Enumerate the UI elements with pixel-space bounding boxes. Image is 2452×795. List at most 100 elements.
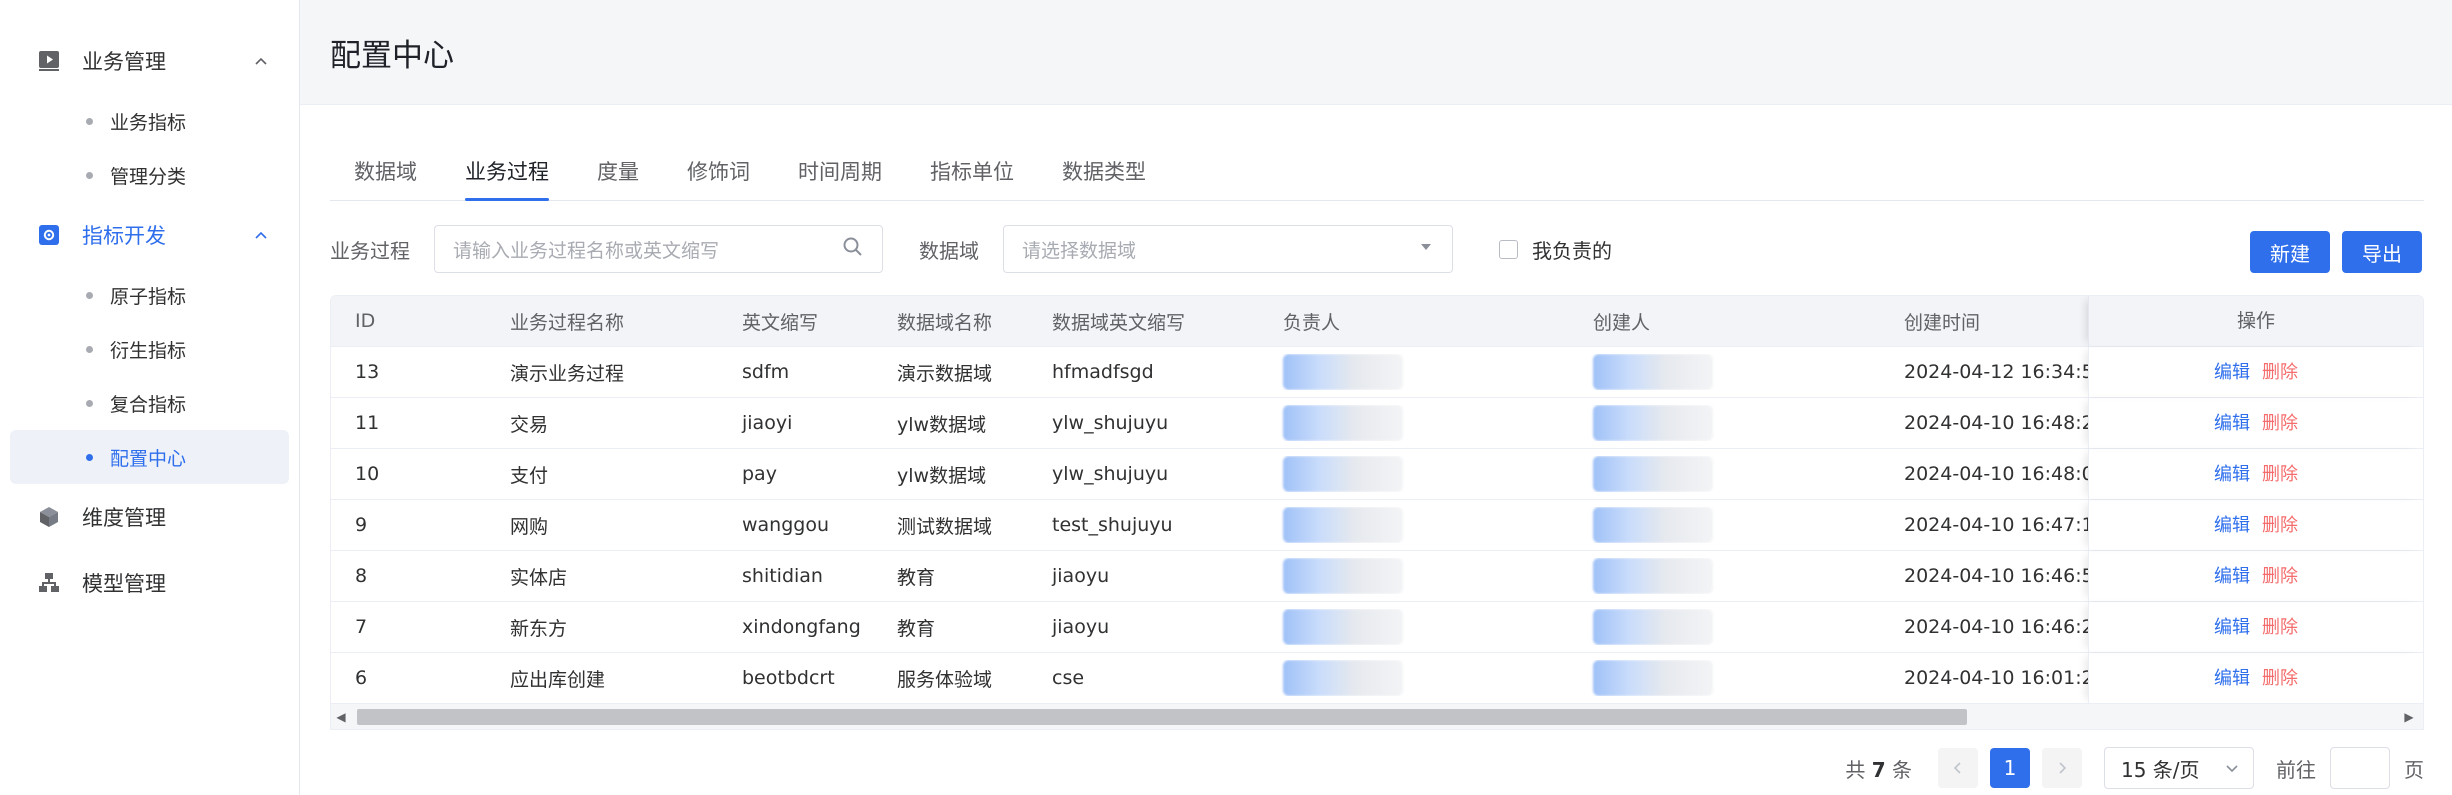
edit-link[interactable]: 编辑 (2214, 668, 2250, 689)
redacted-block (1593, 354, 1713, 390)
delete-link[interactable]: 删除 (2262, 464, 2298, 485)
table-row: 7 新东方 xindongfang 教育 jiaoyu 2024-04-10 16:46:… (331, 601, 2423, 652)
cell-process-name: 演示业务过程 (510, 362, 625, 385)
redacted-block (1283, 456, 1403, 492)
redacted-block (1593, 405, 1713, 441)
sidebar-item-derived[interactable]: 衍生指标 (10, 322, 289, 376)
sidebar-item-atomic[interactable]: 原子指标 (10, 268, 289, 322)
menu-group-metric-dev[interactable]: 指标开发 (0, 202, 299, 268)
cell-owner-redacted (1259, 405, 1569, 441)
cell-creator-redacted (1569, 609, 1880, 645)
column-header: 英文缩写 (742, 311, 819, 334)
next-page-button[interactable] (2042, 748, 2082, 788)
redacted-block (1283, 354, 1403, 390)
page-number-button[interactable]: 1 (1990, 748, 2030, 788)
cell-owner-redacted (1259, 660, 1569, 696)
table-row: 11 交易 jiaoyi ylw数据域 ylw_shujuyu 2024-04-10 16… (331, 397, 2423, 448)
domain-select[interactable]: 请选择数据域 (1003, 225, 1453, 273)
table-row: 13 演示业务过程 sdfm 演示数据域 hfmadfsgd 2024-04-12 16:… (331, 346, 2423, 397)
sidebar-item-business-metrics[interactable]: 业务指标 (10, 94, 289, 148)
cell-domain-name: 测试数据域 (897, 515, 993, 538)
prev-page-button[interactable] (1938, 748, 1978, 788)
tab-modifier[interactable]: 修饰词 (687, 156, 750, 200)
cell-owner-redacted (1259, 456, 1569, 492)
process-filter-label: 业务过程 (330, 238, 410, 263)
column-header: 数据域英文缩写 (1052, 311, 1186, 334)
cell-domain-name: 服务体验域 (897, 668, 993, 691)
tab-data-type[interactable]: 数据类型 (1062, 156, 1146, 200)
domain-filter-label: 数据域 (919, 238, 979, 263)
chevron-up-icon (251, 225, 271, 245)
cell-operations: 编辑 删除 (2088, 602, 2423, 652)
cell-id: 8 (355, 565, 368, 587)
tab-time-period[interactable]: 时间周期 (798, 156, 882, 200)
redacted-block (1593, 507, 1713, 543)
sidebar-item-config-center[interactable]: 配置中心 (10, 430, 289, 484)
sidebar: 业务管理 业务指标 管理分类 指标开发 原子指标 衍生指标 复合指标 配置中心 … (0, 0, 300, 795)
column-header: 操作 (2088, 296, 2423, 346)
cell-process-name: 支付 (510, 464, 549, 487)
table-row: 10 支付 pay ylw数据域 ylw_shujuyu 2024-04-10 16:48… (331, 448, 2423, 499)
menu-group-model[interactable]: 模型管理 (0, 550, 299, 616)
tab-business-process[interactable]: 业务过程 (465, 156, 549, 201)
mine-checkbox[interactable] (1499, 239, 1518, 259)
cell-operations: 编辑 删除 (2088, 653, 2423, 703)
page-header: 配置中心 (300, 0, 2452, 105)
cell-owner-redacted (1259, 354, 1569, 390)
redacted-block (1593, 456, 1713, 492)
scroll-left-icon[interactable]: ◀ (331, 710, 351, 724)
mine-filter[interactable]: 我负责的 (1499, 235, 1612, 264)
cell-abbr: beotbdcrt (742, 667, 835, 689)
cell-operations: 编辑 删除 (2088, 398, 2423, 448)
menu-group-business[interactable]: 业务管理 (0, 28, 299, 94)
delete-link[interactable]: 删除 (2262, 362, 2298, 383)
delete-link[interactable]: 删除 (2262, 515, 2298, 536)
page-size-select[interactable]: 15 条/页 (2104, 747, 2254, 789)
menu-group-dimension[interactable]: 维度管理 (0, 484, 299, 550)
pagination: 共 7 条 1 15 条/页 前往 页 (330, 746, 2424, 790)
cell-owner-redacted (1259, 558, 1569, 594)
export-button[interactable]: 导出 (2342, 231, 2422, 273)
cell-process-name: 应出库创建 (510, 668, 606, 691)
tab-data-domain[interactable]: 数据域 (354, 156, 417, 200)
cell-creator-redacted (1569, 354, 1880, 390)
scroll-right-icon[interactable]: ▶ (2399, 710, 2419, 724)
edit-link[interactable]: 编辑 (2214, 566, 2250, 587)
scrollbar-thumb[interactable] (357, 709, 1967, 725)
menu-group-label: 指标开发 (82, 224, 166, 248)
process-table: ID 业务过程名称 英文缩写 数据域名称 数据域英文缩写 负责人 创建人 创建时… (330, 295, 2424, 730)
cell-domain-abbr: jiaoyu (1052, 616, 1110, 638)
delete-link[interactable]: 删除 (2262, 668, 2298, 689)
cube-icon (36, 504, 62, 530)
delete-link[interactable]: 删除 (2262, 413, 2298, 434)
search-icon[interactable] (842, 236, 864, 263)
cell-creator-redacted (1569, 405, 1880, 441)
sidebar-item-label: 管理分类 (110, 165, 187, 188)
bullet-icon (86, 399, 93, 407)
hierarchy-icon (36, 570, 62, 596)
edit-link[interactable]: 编辑 (2214, 413, 2250, 434)
cell-id: 11 (355, 412, 380, 434)
edit-link[interactable]: 编辑 (2214, 362, 2250, 383)
edit-link[interactable]: 编辑 (2214, 515, 2250, 536)
cell-domain-name: 教育 (897, 566, 936, 589)
cell-process-name: 交易 (510, 413, 549, 436)
delete-link[interactable]: 删除 (2262, 617, 2298, 638)
delete-link[interactable]: 删除 (2262, 566, 2298, 587)
cell-id: 10 (355, 463, 380, 485)
process-search-input[interactable]: 请输入业务过程名称或英文缩写 (434, 225, 883, 273)
edit-link[interactable]: 编辑 (2214, 464, 2250, 485)
sidebar-item-composite[interactable]: 复合指标 (10, 376, 289, 430)
edit-link[interactable]: 编辑 (2214, 617, 2250, 638)
cell-id: 6 (355, 667, 368, 689)
tab-metric-unit[interactable]: 指标单位 (930, 156, 1014, 200)
new-button[interactable]: 新建 (2250, 231, 2330, 273)
goto-page-input[interactable] (2330, 747, 2390, 789)
horizontal-scrollbar[interactable]: ◀ ▶ (331, 703, 2423, 729)
sidebar-item-category[interactable]: 管理分类 (10, 148, 289, 202)
cell-created-time: 2024-04-10 16:01:27 (1904, 667, 2088, 689)
sidebar-item-label: 衍生指标 (110, 339, 187, 362)
menu-group-label: 维度管理 (82, 506, 166, 530)
cell-domain-abbr: ylw_shujuyu (1052, 463, 1169, 485)
tab-measure[interactable]: 度量 (597, 156, 639, 200)
